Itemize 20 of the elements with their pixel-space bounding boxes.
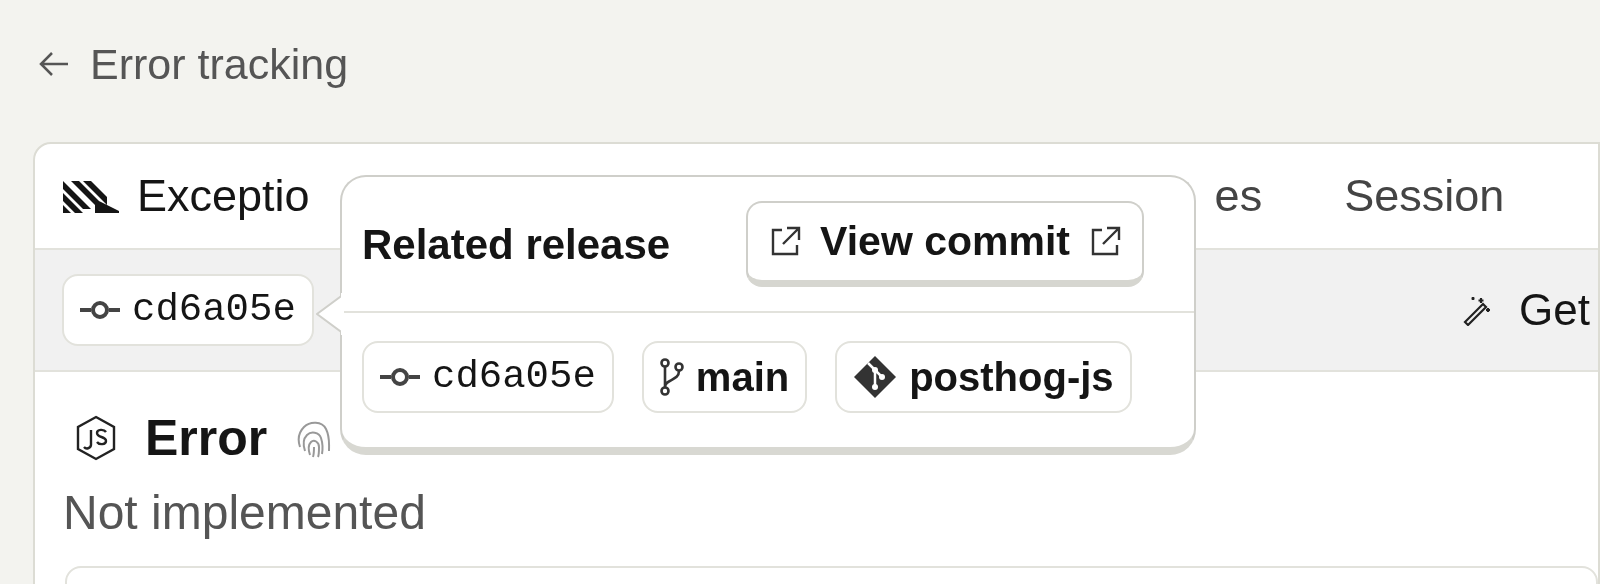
view-commit-button[interactable]: View commit [746, 201, 1144, 287]
tab[interactable]: Exceptio [63, 171, 310, 221]
popover-title: Related release [362, 219, 671, 270]
hedgehog-logo-icon [63, 179, 119, 213]
branch-icon [659, 358, 684, 396]
error-title: Error [145, 408, 268, 468]
commit-icon [80, 300, 120, 320]
nodejs-icon [75, 415, 117, 461]
arrow-left-icon [38, 50, 70, 78]
tab[interactable]: Session [1344, 171, 1505, 221]
ai-button[interactable]: Get [1461, 277, 1590, 343]
branch-chip[interactable]: main [641, 341, 808, 413]
error-message: Not implemented [63, 486, 427, 540]
commit-chip[interactable]: cd6a05e [62, 274, 314, 346]
commit-chip[interactable]: cd6a05e [362, 341, 614, 413]
tab[interactable]: es [1214, 171, 1263, 221]
commit-icon [380, 367, 420, 387]
back-link[interactable]: Error tracking [38, 40, 349, 88]
repo-chip[interactable]: posthog-js [835, 341, 1132, 413]
git-icon [853, 355, 898, 399]
